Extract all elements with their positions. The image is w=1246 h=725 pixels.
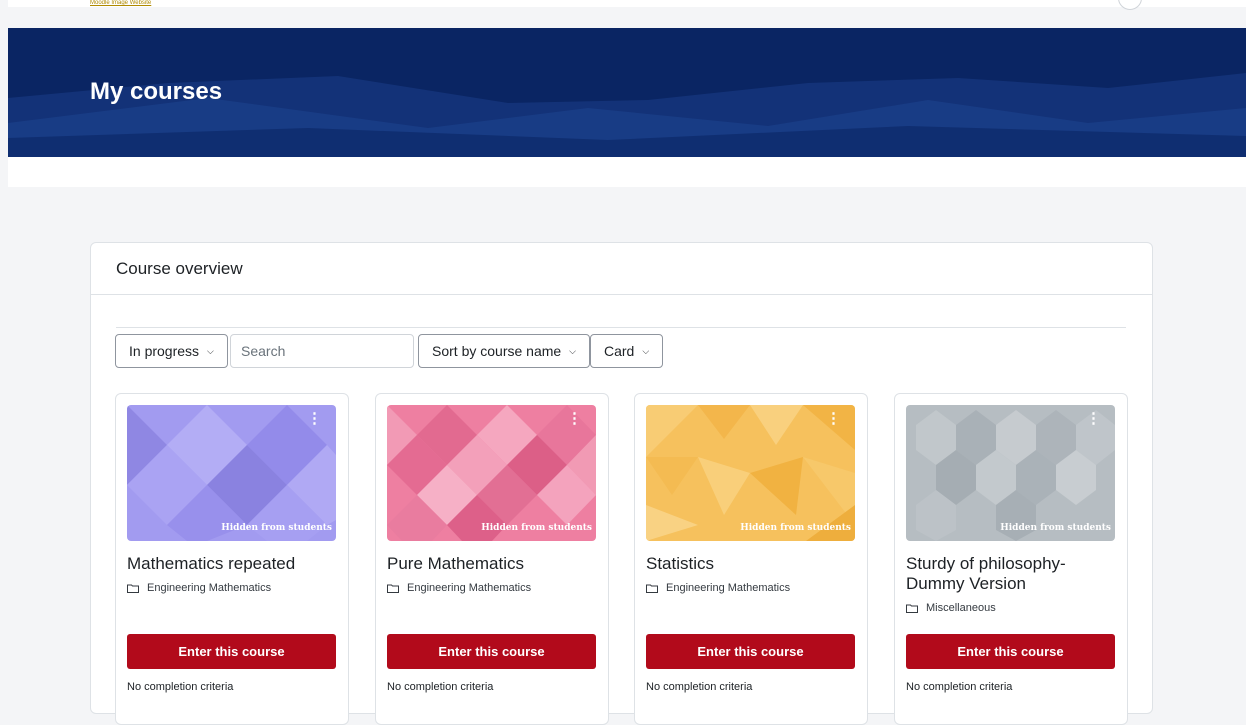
more-options-icon[interactable]: ⋮ [826, 411, 841, 426]
enter-course-button[interactable]: Enter this course [127, 634, 336, 669]
folder-icon [906, 604, 918, 613]
user-avatar[interactable] [1118, 0, 1142, 10]
course-image[interactable]: ⋮ Hidden from students [127, 405, 336, 541]
course-card[interactable]: ⋮ Hidden from students Mathematics repea… [115, 393, 349, 725]
completion-status: No completion criteria [127, 681, 234, 693]
folder-icon [127, 584, 139, 593]
top-navbar [8, 0, 1246, 7]
more-options-icon[interactable]: ⋮ [567, 411, 582, 426]
hidden-status-badge: Hidden from students [221, 523, 332, 533]
block-header: Course overview [91, 243, 1152, 295]
header-strip [8, 157, 1246, 187]
divider [116, 327, 1126, 328]
display-label: Card [604, 343, 635, 359]
more-options-icon[interactable]: ⋮ [1086, 411, 1101, 426]
course-category: Engineering Mathematics [127, 582, 271, 594]
course-category: Engineering Mathematics [646, 582, 790, 594]
sort-label: Sort by course name [432, 343, 562, 359]
course-name-link[interactable]: Pure Mathematics [387, 554, 597, 574]
course-pattern [387, 405, 596, 541]
course-category: Miscellaneous [906, 602, 996, 614]
course-image[interactable]: ⋮ Hidden from students [906, 405, 1115, 541]
category-label: Engineering Mathematics [666, 582, 791, 594]
chevron-down-icon: ⌵ [642, 345, 650, 356]
course-card[interactable]: ⋮ Hidden from students Pure Mathematics … [375, 393, 609, 725]
category-label: Engineering Mathematics [407, 582, 532, 594]
course-name-link[interactable]: Mathematics repeated [127, 554, 337, 574]
search-input[interactable] [230, 334, 414, 368]
enter-course-button[interactable]: Enter this course [387, 634, 596, 669]
course-name-link[interactable]: Statistics [646, 554, 856, 574]
completion-status: No completion criteria [906, 681, 1013, 693]
hidden-status-badge: Hidden from students [740, 523, 851, 533]
grouping-label: In progress [129, 343, 200, 359]
hidden-status-badge: Hidden from students [1000, 523, 1111, 533]
enter-course-button[interactable]: Enter this course [906, 634, 1115, 669]
category-label: Engineering Mathematics [147, 582, 272, 594]
site-logo-link[interactable]: Moodle Image Website [90, 0, 151, 6]
sort-dropdown[interactable]: Sort by course name ⌵ [418, 334, 590, 368]
completion-status: No completion criteria [646, 681, 753, 693]
folder-icon [387, 584, 399, 593]
block-title: Course overview [116, 259, 243, 278]
course-name-link[interactable]: Sturdy of philosophy- Dummy Version [906, 554, 1116, 594]
enter-course-button[interactable]: Enter this course [646, 634, 855, 669]
course-pattern [646, 405, 855, 541]
course-card[interactable]: ⋮ Hidden from students Statistics Engine… [634, 393, 868, 725]
grouping-dropdown[interactable]: In progress ⌵ [115, 334, 228, 368]
page-header-banner: My courses [8, 28, 1246, 157]
course-image[interactable]: ⋮ Hidden from students [387, 405, 596, 541]
folder-icon [646, 584, 658, 593]
completion-status: No completion criteria [387, 681, 494, 693]
hidden-status-badge: Hidden from students [481, 523, 592, 533]
course-pattern [906, 405, 1115, 541]
display-dropdown[interactable]: Card ⌵ [590, 334, 664, 368]
chevron-down-icon: ⌵ [207, 345, 214, 356]
course-card[interactable]: ⋮ Hidden from students Sturdy of philoso… [894, 393, 1128, 725]
more-options-icon[interactable]: ⋮ [307, 411, 322, 426]
category-label: Miscellaneous [926, 602, 996, 614]
course-image[interactable]: ⋮ Hidden from students [646, 405, 855, 541]
course-category: Engineering Mathematics [387, 582, 531, 594]
page-title: My courses [90, 78, 223, 105]
course-overview-block: Course overview In progress ⌵ Sort by co… [90, 242, 1153, 725]
chevron-down-icon: ⌵ [569, 345, 576, 356]
course-pattern [127, 405, 336, 541]
